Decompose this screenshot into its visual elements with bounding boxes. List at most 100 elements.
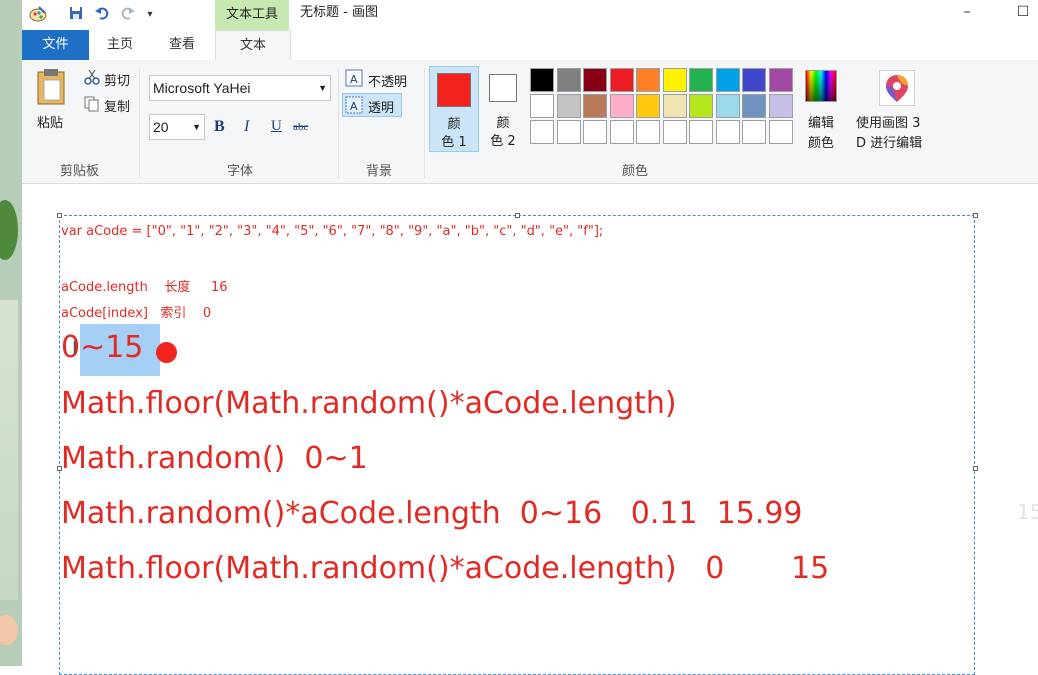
transparent-label: 透明 bbox=[368, 101, 395, 116]
color2-button[interactable]: 颜 色 2 bbox=[483, 66, 523, 152]
canvas-text-line6: Math.random() 0~1 bbox=[61, 441, 368, 476]
edit-colors-label-line1[interactable]: 编辑 bbox=[800, 112, 842, 131]
colors-group-label: 颜色 bbox=[622, 164, 649, 179]
maximize-button[interactable]: ☐ bbox=[1008, 0, 1038, 26]
palette-swatch[interactable] bbox=[689, 120, 713, 144]
undo-icon[interactable] bbox=[92, 5, 112, 25]
palette-swatch[interactable] bbox=[689, 68, 713, 92]
svg-text:A: A bbox=[350, 100, 358, 113]
canvas-text-line8: Math.floor(Math.random()*aCode.length) 0… bbox=[61, 551, 830, 586]
title-bar: ▾ 文本工具 无标题 - 画图 – ☐ bbox=[22, 0, 1038, 30]
edit-colors-label-line2[interactable]: 颜色 bbox=[800, 132, 842, 151]
ribbon-separator bbox=[139, 68, 140, 178]
palette-swatch[interactable] bbox=[636, 68, 660, 92]
paint-app-icon[interactable] bbox=[28, 5, 48, 25]
palette-swatch[interactable] bbox=[715, 94, 740, 118]
edit-colors-icon[interactable] bbox=[805, 70, 837, 102]
palette-swatch[interactable] bbox=[768, 120, 793, 144]
palette-swatch[interactable] bbox=[689, 94, 713, 118]
tab-text[interactable]: 文本 bbox=[215, 30, 291, 61]
canvas-text-line7: Math.random()*aCode.length 0~16 0.11 15.… bbox=[61, 496, 803, 531]
color1-swatch bbox=[437, 73, 471, 107]
quick-access-dropdown-icon[interactable]: ▾ bbox=[140, 5, 160, 25]
palette-swatch[interactable] bbox=[556, 68, 581, 92]
palette-swatch[interactable] bbox=[715, 120, 740, 144]
tab-view[interactable]: 查看 bbox=[156, 30, 208, 60]
cut-button[interactable]: 剪切 bbox=[104, 70, 130, 89]
paint-window: ▾ 文本工具 无标题 - 画图 – ☐ 文件 主页 查看 文本 粘贴 剪切 复制… bbox=[22, 0, 1038, 675]
palette-swatch[interactable] bbox=[609, 68, 634, 92]
palette-swatch[interactable] bbox=[583, 68, 607, 92]
desktop-plant-leaf bbox=[0, 200, 18, 260]
palette-swatch[interactable] bbox=[768, 68, 793, 92]
underline-button[interactable]: U bbox=[271, 118, 282, 135]
font-family-value: Microsoft YaHei bbox=[153, 80, 251, 96]
palette-swatch[interactable] bbox=[530, 120, 554, 144]
palette-swatch[interactable] bbox=[556, 94, 581, 118]
paste-button[interactable]: 粘贴 bbox=[37, 112, 63, 131]
font-size-select[interactable]: 20 ▼ bbox=[149, 114, 205, 140]
paint3d-label-line2[interactable]: D 进行编辑 bbox=[856, 132, 946, 151]
palette-swatch[interactable] bbox=[556, 120, 581, 144]
tab-home[interactable]: 主页 bbox=[94, 30, 146, 60]
palette-swatch[interactable] bbox=[662, 120, 687, 144]
copy-button[interactable]: 复制 bbox=[104, 96, 130, 115]
resize-handle[interactable] bbox=[973, 466, 978, 471]
color2-label-line1: 颜 bbox=[496, 116, 510, 131]
svg-text:A: A bbox=[350, 73, 358, 86]
palette-swatch[interactable] bbox=[662, 68, 687, 92]
ribbon-tabs: 文件 主页 查看 文本 bbox=[22, 30, 1038, 61]
paint3d-icon[interactable] bbox=[879, 70, 915, 106]
font-family-select[interactable]: Microsoft YaHei ▼ bbox=[149, 75, 331, 101]
paint3d-label-line1[interactable]: 使用画图 3 bbox=[856, 112, 946, 131]
palette-swatch[interactable] bbox=[609, 94, 634, 118]
copy-icon[interactable] bbox=[84, 96, 100, 112]
transparent-icon: A bbox=[345, 96, 363, 114]
resize-handle[interactable] bbox=[57, 213, 62, 218]
chevron-down-icon: ▼ bbox=[318, 83, 327, 93]
save-icon[interactable] bbox=[66, 5, 86, 25]
color2-label-line2: 色 2 bbox=[490, 134, 516, 149]
palette-swatch[interactable] bbox=[636, 120, 660, 144]
desktop-background bbox=[0, 0, 22, 666]
minimize-button[interactable]: – bbox=[952, 0, 982, 26]
strikethrough-button[interactable]: abc bbox=[293, 121, 308, 133]
resize-handle[interactable] bbox=[973, 213, 978, 218]
resize-handle[interactable] bbox=[515, 213, 520, 218]
red-dot bbox=[156, 342, 177, 363]
palette-swatch[interactable] bbox=[583, 94, 607, 118]
text-cursor-icon: I bbox=[72, 338, 78, 359]
tab-file[interactable]: 文件 bbox=[22, 30, 89, 60]
canvas-text-line5: Math.floor(Math.random()*aCode.length) bbox=[61, 386, 677, 421]
palette-swatch[interactable] bbox=[530, 94, 554, 118]
palette-swatch[interactable] bbox=[662, 94, 687, 118]
desktop-wall bbox=[0, 300, 18, 600]
bold-button[interactable]: B bbox=[214, 118, 225, 136]
canvas-text-line2: aCode.length 长度 16 bbox=[61, 280, 228, 295]
drawing-canvas[interactable]: var aCode = ["0", "1", "2", "3", "4", "5… bbox=[22, 184, 1038, 675]
italic-button[interactable]: I bbox=[244, 118, 249, 136]
opaque-button[interactable]: 不透明 bbox=[368, 71, 407, 90]
chevron-down-icon: ▼ bbox=[192, 122, 201, 132]
paste-icon[interactable] bbox=[34, 68, 70, 106]
canvas-text-line1: var aCode = ["0", "1", "2", "3", "4", "5… bbox=[61, 224, 604, 239]
cut-icon[interactable] bbox=[84, 69, 100, 85]
text-tools-context-tab: 文本工具 bbox=[215, 0, 289, 30]
palette-swatch[interactable] bbox=[609, 120, 634, 144]
redo-icon[interactable] bbox=[118, 5, 138, 25]
color-palette bbox=[530, 68, 795, 146]
palette-swatch[interactable] bbox=[530, 68, 554, 92]
palette-swatch[interactable] bbox=[583, 120, 607, 144]
palette-swatch[interactable] bbox=[742, 120, 766, 144]
palette-swatch[interactable] bbox=[715, 68, 740, 92]
opaque-icon[interactable]: A bbox=[345, 69, 363, 87]
palette-swatch[interactable] bbox=[742, 94, 766, 118]
window-title: 无标题 - 画图 bbox=[300, 5, 378, 20]
palette-swatch[interactable] bbox=[768, 94, 793, 118]
font-group-label: 字体 bbox=[227, 164, 254, 179]
ribbon-separator bbox=[338, 68, 339, 178]
palette-swatch[interactable] bbox=[742, 68, 766, 92]
palette-swatch[interactable] bbox=[636, 94, 660, 118]
transparent-button[interactable]: A 透明 bbox=[342, 93, 402, 117]
color1-button[interactable]: 颜 色 1 bbox=[429, 66, 479, 152]
